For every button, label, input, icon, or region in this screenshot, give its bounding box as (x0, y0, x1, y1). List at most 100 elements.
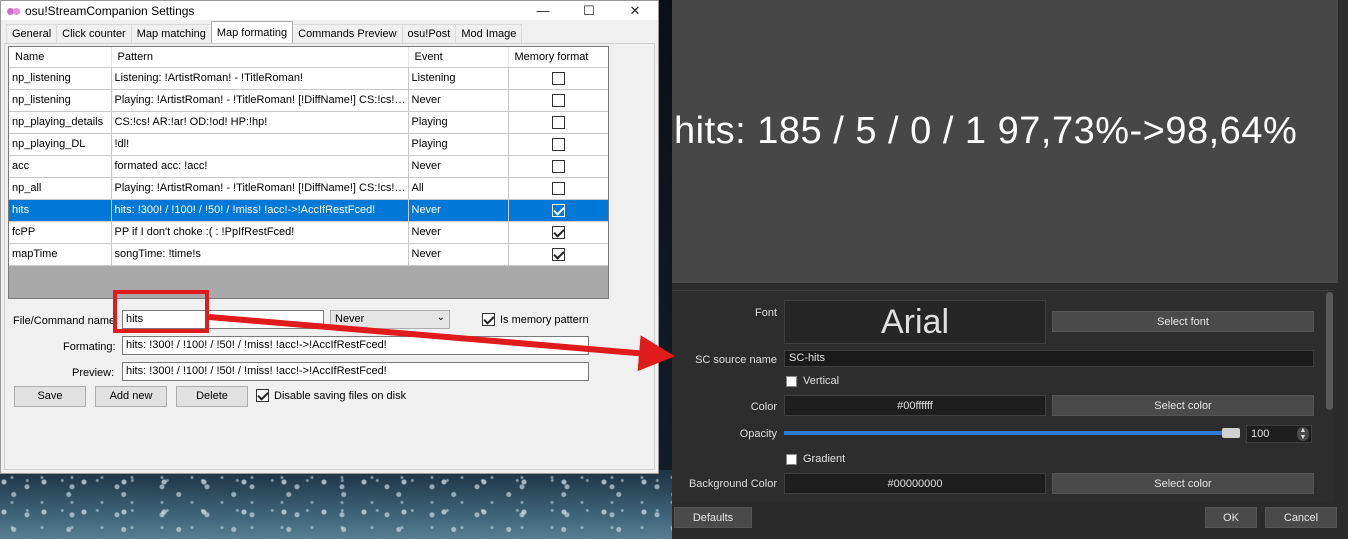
cell-pattern[interactable]: songTime: !time!s (111, 243, 409, 266)
memory-format-checkbox[interactable] (552, 181, 565, 195)
cell-pattern[interactable]: hits: !300! / !100! / !50! / !miss! !acc… (111, 199, 409, 222)
delete-button[interactable]: Delete (176, 386, 248, 407)
table-row[interactable]: fcPP PP if I don't choke :( : !PpIfRestFc… (9, 221, 608, 244)
tab-general[interactable]: General (6, 24, 58, 43)
cell-pattern[interactable]: !dl! (111, 133, 409, 156)
vertical-checkbox[interactable]: Vertical (786, 375, 839, 387)
cell-event[interactable]: Never (408, 221, 509, 244)
cell-name[interactable]: np_listening (9, 67, 112, 90)
table-row[interactable]: np_listening Playing: !ArtistRoman! - !Ti… (9, 89, 608, 112)
memory-format-checkbox[interactable] (552, 203, 565, 217)
maximize-button[interactable]: ☐ (566, 3, 612, 19)
defaults-button[interactable]: Defaults (674, 507, 752, 528)
color-value: #00ffffff (784, 395, 1046, 416)
cell-memory-format[interactable] (508, 89, 608, 112)
tab-mod-image[interactable]: Mod Image (455, 24, 523, 43)
memory-format-checkbox[interactable] (552, 115, 565, 129)
chevron-down-icon: ⌄ (436, 312, 445, 323)
cell-pattern[interactable]: PP if I don't choke :( : !PpIfRestFced! (111, 221, 409, 244)
opacity-spinbox[interactable]: 100 ▲ ▼ (1246, 425, 1312, 443)
table-row[interactable]: np_listening Listening: !ArtistRoman! - !… (9, 67, 608, 90)
select-color-button[interactable]: Select color (1052, 395, 1314, 416)
table-row[interactable]: hits hits: !300! / !100! / !50! / !miss! … (9, 199, 608, 222)
memory-format-checkbox[interactable] (552, 71, 565, 85)
column-header-pattern[interactable]: Pattern (111, 47, 409, 68)
title-bar[interactable]: osu!StreamCompanion Settings — ☐ ✕ (1, 1, 658, 20)
cell-event[interactable]: Listening (408, 67, 509, 90)
cell-memory-format[interactable] (508, 111, 608, 134)
tab-commands-preview[interactable]: Commands Preview (292, 24, 403, 43)
memory-format-checkbox[interactable] (552, 247, 565, 261)
select-font-button[interactable]: Select font (1052, 311, 1314, 332)
tab-osu-post[interactable]: osu!Post (401, 24, 457, 43)
cell-name[interactable]: np_playing_details (9, 111, 112, 134)
opacity-slider-handle[interactable] (1222, 428, 1240, 438)
table-row[interactable]: np_playing_DL !dl! Playing (9, 133, 608, 156)
cancel-button[interactable]: Cancel (1265, 507, 1337, 528)
table-row[interactable]: np_all Playing: !ArtistRoman! - !TitleRom… (9, 177, 608, 200)
cell-event[interactable]: Never (408, 155, 509, 178)
cell-memory-format[interactable] (508, 221, 608, 244)
memory-format-checkbox[interactable] (552, 93, 565, 107)
cell-pattern[interactable]: formated acc: !acc! (111, 155, 409, 178)
cell-memory-format[interactable] (508, 133, 608, 156)
cell-pattern[interactable]: Listening: !ArtistRoman! - !TitleRoman! (111, 67, 409, 90)
memory-format-checkbox[interactable] (552, 137, 565, 151)
cell-event[interactable]: All (408, 177, 509, 200)
cell-pattern[interactable]: CS:!cs! AR:!ar! OD:!od! HP:!hp! (111, 111, 409, 134)
patterns-grid[interactable]: Name Pattern Event Memory format np_list… (8, 46, 609, 299)
cell-event[interactable]: Playing (408, 133, 509, 156)
cell-event[interactable]: Playing (408, 111, 509, 134)
cell-name[interactable]: fcPP (9, 221, 112, 244)
spin-arrows-icon[interactable]: ▲ ▼ (1297, 427, 1309, 441)
cell-name[interactable]: mapTime (9, 243, 112, 266)
cell-pattern[interactable]: Playing: !ArtistRoman! - !TitleRoman! [!… (111, 177, 409, 200)
checkbox-icon (482, 313, 495, 326)
cell-name[interactable]: np_listening (9, 89, 112, 112)
cell-memory-format[interactable] (508, 243, 608, 266)
table-row[interactable]: acc formated acc: !acc! Never (9, 155, 608, 178)
file-command-name-label: File/Command name: (13, 315, 119, 327)
column-header-memory-format[interactable]: Memory format (508, 47, 608, 68)
select-background-color-button[interactable]: Select color (1052, 473, 1314, 494)
cell-event[interactable]: Never (408, 199, 509, 222)
cell-event[interactable]: Never (408, 243, 509, 266)
is-memory-pattern-checkbox[interactable]: Is memory pattern (482, 313, 589, 326)
cell-memory-format[interactable] (508, 155, 608, 178)
formating-input[interactable]: hits: !300! / !100! / !50! / !miss! !acc… (122, 336, 589, 355)
tab-click-counter[interactable]: Click counter (56, 24, 132, 43)
memory-format-checkbox[interactable] (552, 159, 565, 173)
tab-map-matching[interactable]: Map matching (130, 24, 212, 43)
obs-properties-panel: hits: 185 / 5 / 0 / 1 97,73%->98,64% Fon… (672, 0, 1348, 539)
sc-source-name-label: SC source name (695, 354, 777, 366)
table-row[interactable]: mapTime songTime: !time!s Never (9, 243, 608, 266)
save-button[interactable]: Save (14, 386, 86, 407)
table-row[interactable]: np_playing_details CS:!cs! AR:!ar! OD:!od… (9, 111, 608, 134)
cell-memory-format[interactable] (508, 67, 608, 90)
cell-event[interactable]: Never (408, 89, 509, 112)
checkbox-icon (786, 375, 797, 387)
cell-name[interactable]: np_all (9, 177, 112, 200)
cell-name[interactable]: np_playing_DL (9, 133, 112, 156)
memory-format-checkbox[interactable] (552, 225, 565, 239)
minimize-button[interactable]: — (520, 3, 566, 18)
column-header-name[interactable]: Name (9, 47, 112, 68)
background-color-value: #00000000 (784, 473, 1046, 494)
cell-name[interactable]: hits (9, 199, 112, 222)
cell-pattern[interactable]: Playing: !ArtistRoman! - !TitleRoman! [!… (111, 89, 409, 112)
properties-scrollbar[interactable] (1326, 292, 1333, 410)
add-new-button[interactable]: Add new (95, 386, 167, 407)
tab-map-formating[interactable]: Map formating (210, 21, 294, 43)
close-button[interactable]: ✕ (612, 3, 658, 19)
ok-button[interactable]: OK (1205, 507, 1257, 528)
cell-name[interactable]: acc (9, 155, 112, 178)
cell-memory-format[interactable] (508, 199, 608, 222)
app-icon (7, 6, 21, 16)
column-header-event[interactable]: Event (408, 47, 509, 68)
sc-source-name-input[interactable]: SC-hits (784, 350, 1314, 367)
gradient-checkbox[interactable]: Gradient (786, 453, 845, 465)
opacity-slider[interactable] (784, 431, 1240, 435)
disable-saving-checkbox[interactable]: Disable saving files on disk (256, 389, 406, 402)
cell-memory-format[interactable] (508, 177, 608, 200)
event-select[interactable]: Never ⌄ (330, 310, 450, 329)
